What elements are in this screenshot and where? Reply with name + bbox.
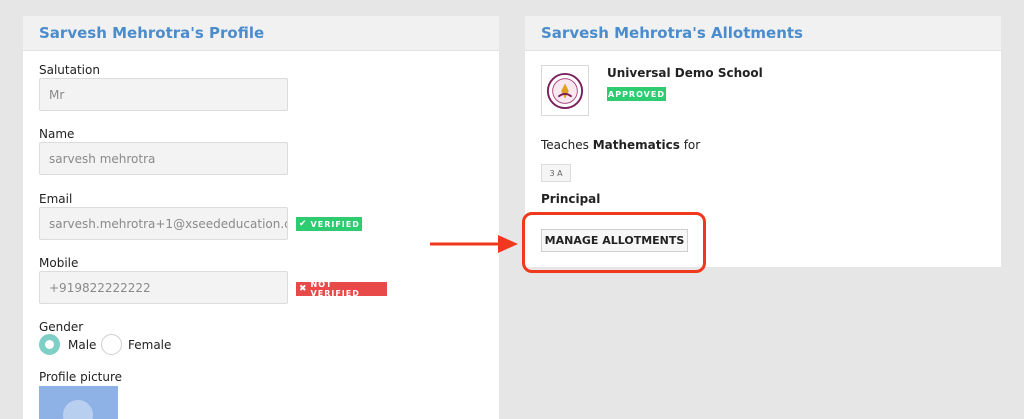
email-label: Email — [39, 192, 73, 206]
profile-header: Sarvesh Mehrotra's Profile — [23, 16, 499, 51]
annotation-arrow-icon — [430, 235, 518, 253]
profile-picture[interactable] — [39, 386, 118, 419]
allotments-title: Sarvesh Mehrotra's Allotments — [541, 24, 803, 42]
school-name: Universal Demo School — [607, 66, 763, 80]
profile-panel: Sarvesh Mehrotra's Profile Salutation Mr… — [23, 16, 499, 419]
manage-allotments-button[interactable]: MANAGE ALLOTMENTS — [541, 229, 688, 252]
check-icon: ✔ — [299, 219, 308, 229]
name-field[interactable]: sarvesh mehrotra — [39, 142, 288, 175]
mobile-not-verified-badge: ✖ NOT VERIFIED — [296, 280, 387, 298]
approved-text: APPROVED — [608, 89, 665, 99]
gender-female-radio[interactable] — [101, 334, 122, 355]
gender-male-radio[interactable] — [39, 334, 60, 355]
allotments-header: Sarvesh Mehrotra's Allotments — [525, 16, 1001, 51]
mobile-label: Mobile — [39, 256, 79, 270]
approved-badge: APPROVED — [607, 87, 666, 101]
school-logo — [541, 65, 589, 116]
gender-female-label[interactable]: Female — [128, 338, 171, 352]
mobile-status-text: NOT VERIFIED — [310, 280, 360, 298]
email-field[interactable]: sarvesh.mehrotra+1@xseededucation.com — [39, 207, 288, 240]
profile-title: Sarvesh Mehrotra's Profile — [39, 24, 265, 42]
email-status-text: VERIFIED — [310, 219, 360, 229]
subject-name: Mathematics — [592, 138, 680, 152]
name-label: Name — [39, 127, 75, 141]
mobile-field[interactable]: +919822222222 — [39, 271, 288, 304]
role-label: Principal — [541, 192, 601, 206]
teaches-suffix: for — [683, 138, 701, 152]
gender-label: Gender — [39, 320, 84, 334]
x-icon: ✖ — [299, 284, 308, 294]
teaches-prefix: Teaches — [541, 138, 589, 152]
salutation-field[interactable]: Mr — [39, 78, 288, 111]
profile-picture-label: Profile picture — [39, 370, 123, 384]
gender-male-label[interactable]: Male — [68, 338, 96, 352]
email-verified-badge: ✔ VERIFIED — [296, 217, 362, 231]
salutation-label: Salutation — [39, 63, 100, 77]
class-tag: 3 A — [541, 164, 571, 182]
teaches-line: Teaches Mathematics for — [541, 138, 700, 152]
avatar-placeholder-icon — [63, 400, 93, 419]
allotments-panel: Sarvesh Mehrotra's Allotments Universal … — [525, 16, 1001, 267]
school-logo-icon — [546, 72, 584, 109]
